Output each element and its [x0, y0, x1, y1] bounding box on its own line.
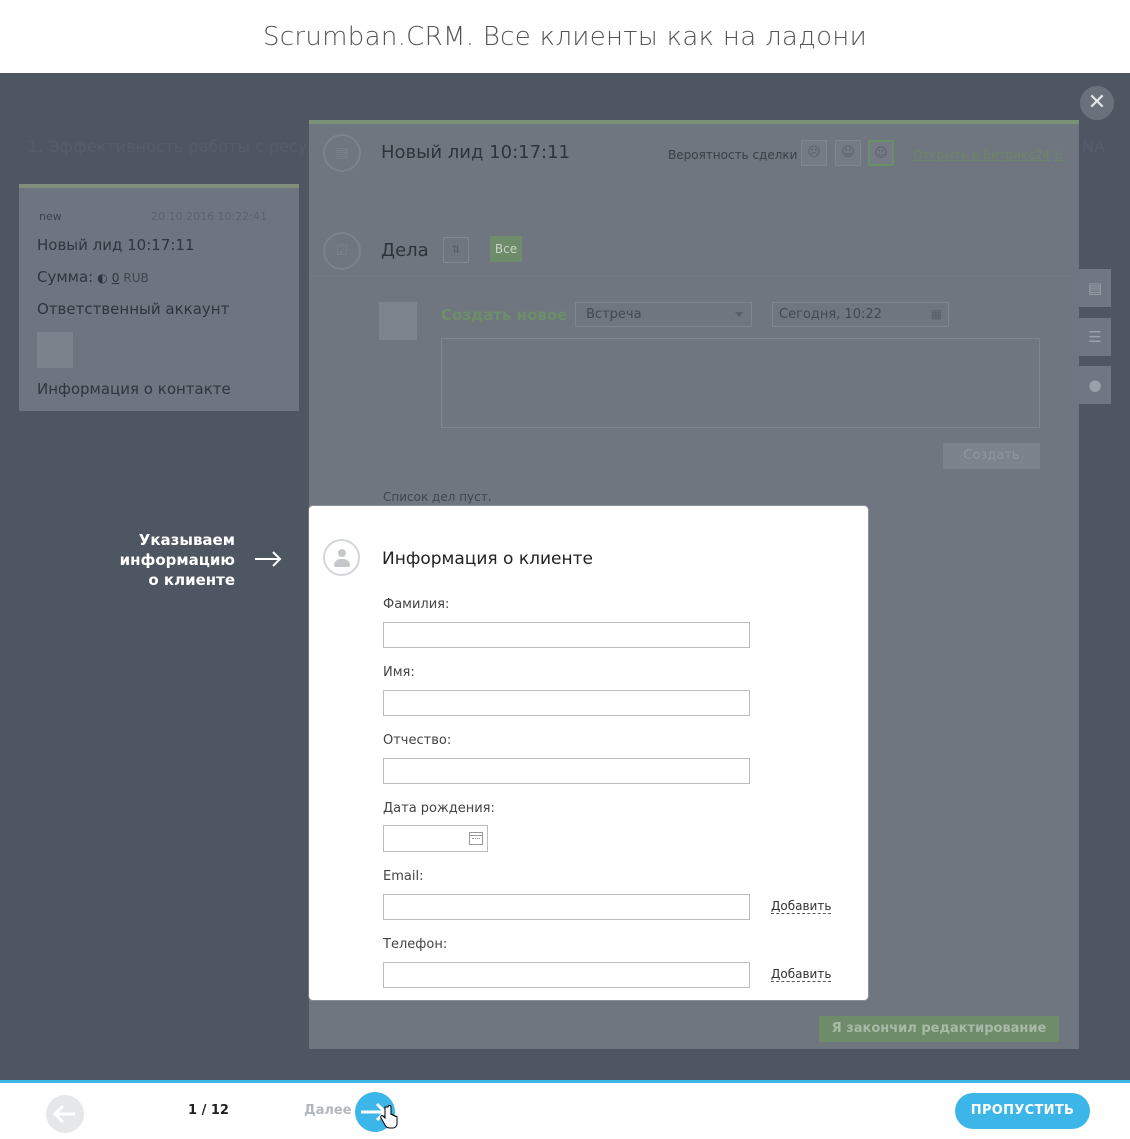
lead-icon: ▤ [323, 134, 361, 172]
background-headline-right: NA [1082, 137, 1105, 156]
hint-line-1: Указываем [138, 531, 235, 549]
lead-name: Новый лид 10:17:11 [37, 236, 195, 254]
birth-date-label: Дата рождения: [383, 801, 495, 816]
tour-footer: 1 / 12 Далее ПРОПУСТИТЬ [0, 1080, 1130, 1139]
calendar-icon[interactable] [469, 832, 483, 845]
activity-type-value: Встреча [586, 307, 642, 322]
first-name-field[interactable] [383, 690, 750, 716]
hint-line-2: информацию [119, 551, 235, 569]
activity-type-select[interactable]: Встреча [575, 302, 752, 327]
avatar [379, 302, 417, 340]
user-icon-head [338, 549, 346, 557]
hint-line-3: о клиенте [148, 571, 235, 589]
client-info-form: Информация о клиенте Фамилия: Имя: Отчес… [309, 506, 868, 1000]
arrow-right-icon [255, 551, 282, 567]
lead-date: 20.10.2016 10:22:41 [151, 210, 267, 223]
probability-high-button[interactable]: ☺ [868, 140, 894, 166]
email-field[interactable] [383, 894, 750, 920]
tasks-icon: ☑ [323, 232, 361, 270]
panel-lead-title: Новый лид 10:17:11 [381, 142, 570, 163]
calendar-icon: ▦ [930, 307, 942, 321]
user-icon [323, 539, 360, 576]
probability-low-button[interactable]: ☹ [801, 140, 827, 166]
hand-cursor-icon [380, 1105, 398, 1129]
lead-sum-value: 0 [111, 271, 120, 285]
filter-button[interactable]: ⇅ [443, 237, 469, 263]
probability-mid-button[interactable]: ☺ [835, 140, 861, 166]
lead-contact-info: Информация о контакте [37, 380, 231, 398]
deal-probability-label: Вероятность сделки [668, 148, 798, 162]
last-name-field[interactable] [383, 622, 750, 648]
prev-button[interactable] [46, 1095, 84, 1133]
middle-name-field[interactable] [383, 758, 750, 784]
lead-card: new 20.10.2016 10:22:41 Новый лид 10:17:… [19, 184, 299, 411]
divider [309, 276, 1079, 277]
tour-title: Scrumban.CRM. Все клиенты как на ладони [263, 21, 867, 52]
avatar-placeholder [37, 332, 73, 368]
form-title: Информация о клиенте [382, 549, 593, 569]
chevron-down-icon [735, 312, 743, 317]
checklist-tab-icon[interactable]: ☰ [1079, 318, 1111, 356]
card-tab-icon[interactable]: ▤ [1079, 269, 1111, 307]
open-in-bitrix-label: Открыть в Битрикс24 [913, 148, 1051, 162]
create-button[interactable]: Создать [943, 443, 1040, 469]
tag-icon: ◐ [97, 271, 108, 285]
external-link-icon: ⧉ [1054, 148, 1063, 162]
skip-button[interactable]: ПРОПУСТИТЬ [955, 1093, 1090, 1129]
lead-sum: Сумма: ◐ 0 RUB [37, 268, 149, 286]
activity-description-textarea[interactable] [441, 338, 1040, 428]
first-name-label: Имя: [383, 665, 415, 680]
empty-list-text: Список дел пуст. [383, 490, 492, 504]
tour-header: Scrumban.CRM. Все клиенты как на ладони [0, 0, 1130, 73]
tour-hint: Указываем информацию о клиенте [90, 530, 235, 590]
open-in-bitrix-link[interactable]: Открыть в Битрикс24 ⧉ [913, 148, 1063, 163]
last-name-label: Фамилия: [383, 597, 450, 612]
lead-currency: RUB [123, 271, 149, 285]
add-phone-link[interactable]: Добавить [771, 967, 832, 982]
lead-sum-label: Сумма: [37, 268, 94, 286]
add-email-link[interactable]: Добавить [771, 899, 832, 914]
middle-name-label: Отчество: [383, 733, 452, 748]
lead-status-badge: new [39, 210, 62, 223]
birth-date-field[interactable] [383, 825, 488, 852]
arrow-left-icon [52, 1104, 75, 1124]
phone-label: Телефон: [383, 937, 448, 952]
all-filter-button[interactable]: Все [490, 236, 522, 262]
step-counter: 1 / 12 [188, 1103, 229, 1118]
close-button[interactable]: ✕ [1080, 86, 1114, 120]
create-new-label: Создать новое [441, 306, 568, 324]
finish-editing-button[interactable]: Я закончил редактирование [819, 1016, 1059, 1042]
tour-stage: 1. Эффективность работы с ресурсом NA ne… [0, 73, 1130, 1080]
email-label: Email: [383, 869, 424, 884]
user-icon-body [334, 559, 350, 567]
lead-responsible: Ответственный аккаунт [37, 300, 230, 318]
user-tab-icon[interactable]: ● [1079, 366, 1111, 404]
activity-date-input[interactable]: Сегодня, 10:22 ▦ [772, 302, 949, 327]
next-label[interactable]: Далее [304, 1103, 352, 1118]
background-headline: 1. Эффективность работы с ресурсом [28, 137, 349, 156]
deals-title: Дела [381, 240, 429, 261]
phone-field[interactable] [383, 962, 750, 988]
activity-date-value: Сегодня, 10:22 [779, 307, 882, 322]
